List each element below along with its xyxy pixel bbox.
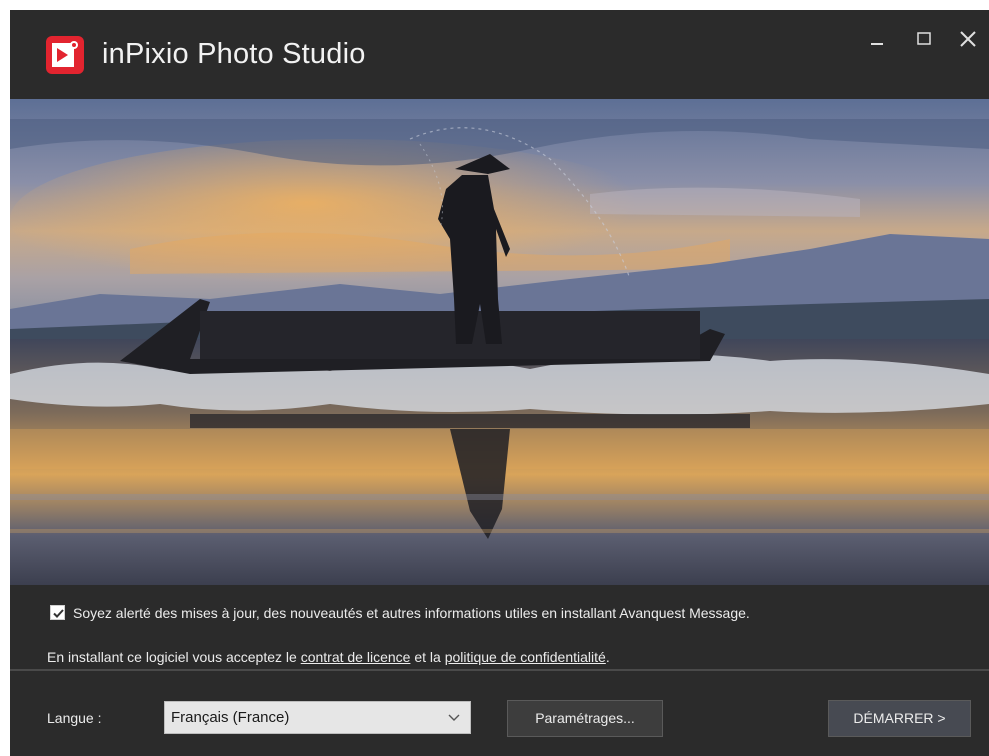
update-alert-label[interactable]: Soyez alerté des mises à jour, des nouve… (73, 605, 750, 621)
settings-button[interactable]: Paramétrages... (507, 700, 663, 737)
license-notice: En installant ce logiciel vous acceptez … (47, 649, 610, 665)
inpixio-logo-icon (46, 36, 84, 74)
language-value: Français (France) (171, 709, 290, 726)
privacy-policy-link[interactable]: politique de confidentialité (445, 649, 606, 665)
language-select[interactable]: Français (France) (164, 701, 471, 734)
maximize-icon (917, 32, 931, 45)
title-bar[interactable]: inPixio Photo Studio (10, 10, 989, 98)
license-suffix: . (605, 649, 610, 665)
checkmark-icon (53, 609, 64, 618)
footer-bar: Langue : Français (France) Paramétrages.… (10, 671, 989, 756)
start-button[interactable]: DÉMARRER > (828, 700, 971, 737)
license-middle: et la (410, 649, 445, 665)
options-panel: Soyez alerté des mises à jour, des nouve… (10, 585, 989, 677)
minimize-icon (871, 43, 883, 45)
language-label: Langue : (47, 710, 102, 726)
close-button[interactable] (950, 24, 986, 54)
app-title: inPixio Photo Studio (102, 38, 366, 70)
chevron-down-icon (448, 714, 460, 721)
close-icon (960, 31, 976, 47)
minimize-button[interactable] (860, 24, 896, 54)
license-prefix: En installant ce logiciel vous acceptez … (47, 649, 301, 665)
maximize-button[interactable] (906, 24, 942, 54)
hero-image (10, 99, 989, 585)
installer-window: inPixio Photo Studio Soyez alerté des mi… (10, 10, 989, 756)
license-agreement-link[interactable]: contrat de licence (301, 649, 411, 665)
fisherman-sunset-photo-icon (10, 99, 989, 585)
update-alert-checkbox[interactable] (50, 605, 65, 620)
